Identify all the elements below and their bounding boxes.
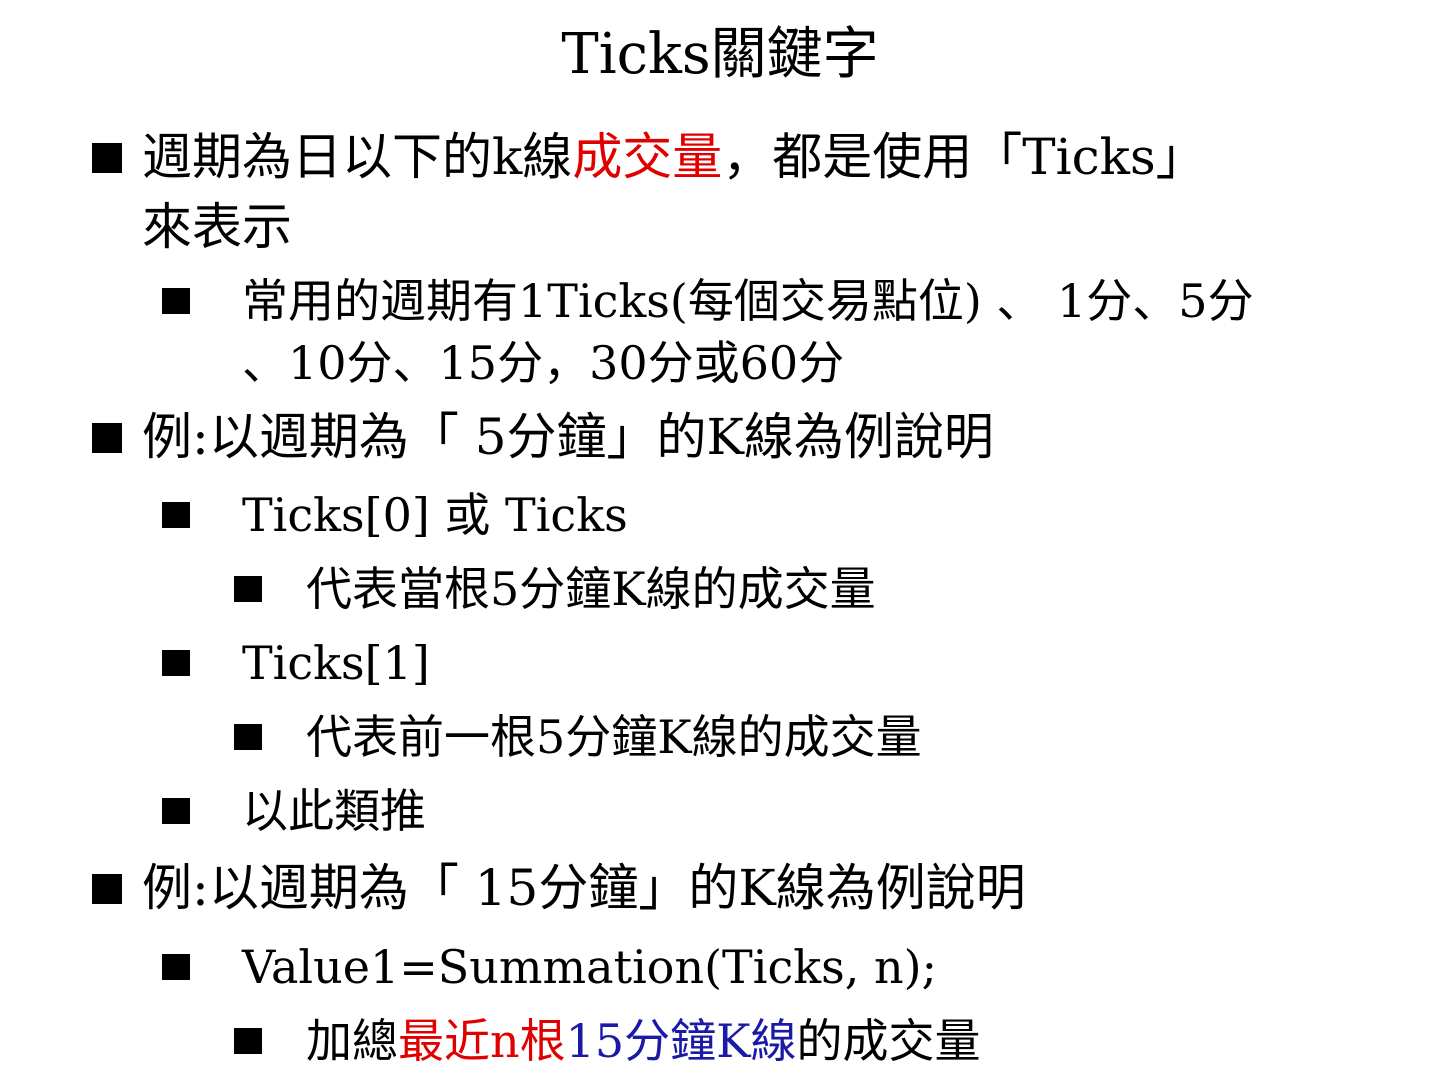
bullet-square-icon <box>162 798 190 824</box>
bullet-square-icon <box>162 954 190 980</box>
bullet-3-sub-1-sub-1-pre: 加總 <box>306 1014 398 1068</box>
bullet-2-sub-1-sub-1-text: 代表當根5分鐘K線的成交量 <box>306 562 876 616</box>
bullet-3-text: 例:以週期為「 15分鐘」的K線為例說明 <box>142 859 1026 917</box>
bullet-square-icon <box>162 650 190 676</box>
bullet-1-sub-1-line-2: 、10分、15分，30分或60分 <box>242 336 845 390</box>
bullet-square-icon <box>92 423 122 453</box>
bullet-square-icon <box>234 576 262 602</box>
bullet-3-sub-1-sub-1-post: 的成交量 <box>796 1014 981 1068</box>
slide: Ticks關鍵字 週期為日以下的k線成交量，都是使用「Ticks」 來表示 常用… <box>0 0 1440 1080</box>
bullet-square-icon <box>92 143 122 173</box>
bullet-2-sub-2-sub-1-text: 代表前一根5分鐘K線的成交量 <box>306 710 922 764</box>
bullet-square-icon <box>234 1028 262 1054</box>
bullet-1-line-1: 週期為日以下的k線成交量，都是使用「Ticks」 <box>142 122 1206 192</box>
bullet-2-sub-2-text: Ticks[1] <box>242 636 430 690</box>
bullet-square-icon <box>234 724 262 750</box>
bullet-1-sub-1-line-1: 常用的週期有1Ticks(每個交易點位) 、 1分、5分 <box>242 274 1254 328</box>
bullet-1-text-highlight: 成交量 <box>572 128 723 186</box>
bullet-3-sub-1-sub-1-blue: 15分鐘K線 <box>565 1014 797 1068</box>
bullet-3-sub-1-sub-1-line: 加總最近n根15分鐘K線的成交量 <box>306 1010 981 1072</box>
bullet-2-text: 例:以週期為「 5分鐘」的K線為例說明 <box>142 408 994 466</box>
slide-title: Ticks關鍵字 <box>561 22 879 87</box>
bullet-1-text-post: ，都是使用「Ticks」 <box>722 128 1206 186</box>
bullet-3-sub-1-sub-1-red: 最近n根 <box>398 1014 566 1068</box>
bullet-square-icon <box>162 502 190 528</box>
bullet-1-line-2: 來表示 <box>142 198 292 256</box>
bullet-3-sub-1-text: Value1=Summation(Ticks, n); <box>242 940 938 994</box>
bullet-square-icon <box>162 288 190 314</box>
bullet-1-text-pre: 週期為日以下的k線 <box>142 128 573 186</box>
bullet-square-icon <box>92 874 122 904</box>
bullet-2-sub-1-text: Ticks[0] 或 Ticks <box>242 488 628 542</box>
bullet-2-sub-3-text: 以此類推 <box>242 784 426 838</box>
